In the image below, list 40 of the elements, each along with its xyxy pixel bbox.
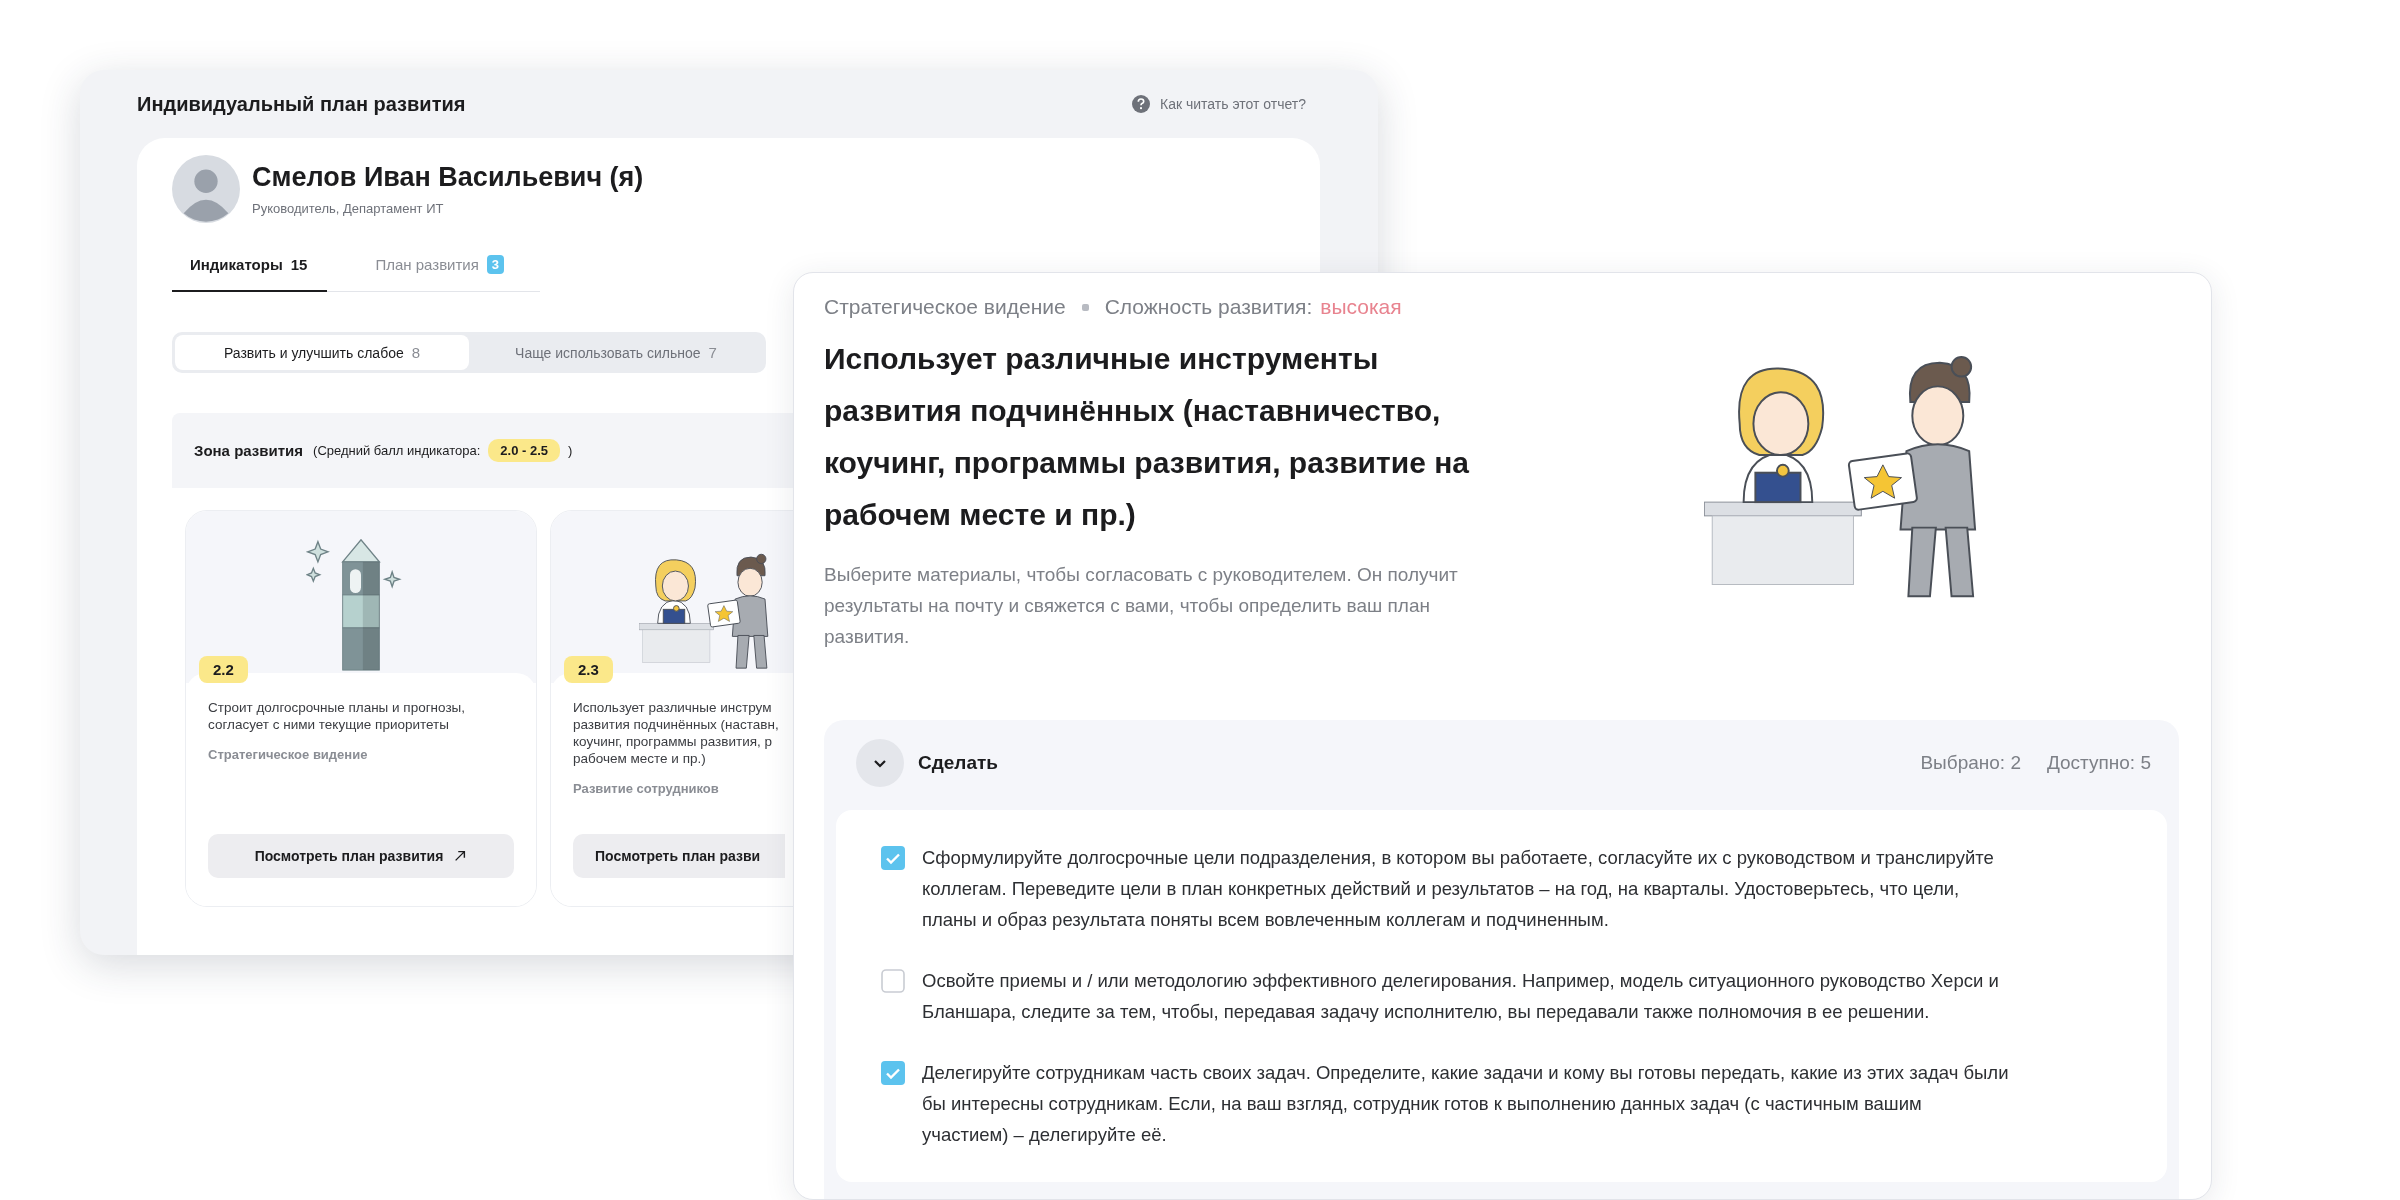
view-plan-button[interactable]: Посмотреть план развития: [208, 834, 514, 878]
section-title: Сделать: [918, 752, 998, 774]
task-text: Освойте приемы и / или методологию эффективного делегирования. Например, модель ситуационного руководство Херси и Бланшара, следите за тем, чтобы, передавая задачу исполнителю, вы передавали также полномочия в ее решении.: [922, 969, 2000, 1024]
difficulty-label: Сложность развития:: [1104, 295, 1313, 319]
tab-count: 15: [290, 256, 308, 273]
profile-name: Смелов Иван Васильевич (я): [252, 162, 644, 193]
help-icon: [1132, 95, 1150, 113]
detail-title: Использует различные инструменты развития подчинённых (наставничество, коучинг, программы развития, развитие на рабочем месте и пр.): [824, 341, 1470, 533]
count-badge: 3: [486, 255, 505, 274]
tab[interactable]: Индикаторы 15: [172, 241, 328, 292]
view-plan-button[interactable]: Посмотреть план разви: [573, 834, 785, 878]
checkbox[interactable]: [881, 1061, 905, 1085]
help-link[interactable]: Как читать этот отчет?: [1132, 95, 1306, 113]
task-text: Сформулируйте долгосрочные цели подразделения, в котором вы работаете, согласуйте их с руководством и транслируйте коллегам. Переведите цели в план конкретных действий и результатов – на год, на кварталы. Удостоверьтесь, что цели, планы и образ результата поняты всем вовлеченным коллегам и подчиненным.: [922, 846, 1995, 932]
available-count: Доступно: 5: [2046, 752, 2151, 774]
segment-option[interactable]: Чаще использовать сильное 7: [469, 335, 763, 370]
checkbox[interactable]: [881, 969, 905, 993]
avatar-icon: [172, 155, 240, 223]
collapse-toggle[interactable]: [856, 739, 904, 787]
score-badge: 2.3: [564, 656, 613, 683]
category-label: Стратегическое видение: [824, 295, 1066, 319]
selected-count: Выбрано: 2: [1920, 752, 2021, 774]
detail-description: Выберите материалы, чтобы согласовать с руководителем. Он получит результаты на почту и свяжется с вами, чтобы определить ваш план развития.: [824, 563, 1459, 649]
indicator-category: Стратегическое видение: [208, 747, 368, 762]
segment-count: 8: [411, 344, 421, 361]
score-badge: 2.2: [199, 656, 248, 683]
indicator-category: Развитие сотрудников: [573, 781, 719, 796]
zone-note: ): [568, 443, 573, 458]
profile-position: Руководитель, Департамент ИТ: [252, 201, 445, 216]
score-range-badge: 2.0 - 2.5: [488, 439, 561, 462]
checkbox[interactable]: [881, 846, 905, 870]
task-text: Делегируйте сотрудникам часть своих задач. Определите, какие задачи и кому вы готовы передать, какие из этих задач были бы интересны сотрудникам. Если, на ваш взгляд, сотрудник готов к выполнению данных задач (с частичным вашим участием) – делегируйте её.: [922, 1061, 2010, 1147]
segment-option[interactable]: Развить и улучшить слабое 8: [175, 335, 469, 370]
segment-count: 7: [708, 344, 717, 361]
zone-note: (Средний балл индикатора:: [313, 443, 481, 458]
report-title: Индивидуальный план развития: [137, 92, 466, 116]
indicator-text: Строит долгосрочные планы и прогнозы, согласует с ними текущие приоритеты: [208, 699, 467, 733]
difficulty-value: высокая: [1320, 295, 1402, 319]
indicator-text: Использует различные инструм развития подчинённых (наставн, коучинг, программы развития, р рабочем месте и пр.): [573, 699, 780, 767]
zone-title: Зона развития: [194, 442, 304, 459]
